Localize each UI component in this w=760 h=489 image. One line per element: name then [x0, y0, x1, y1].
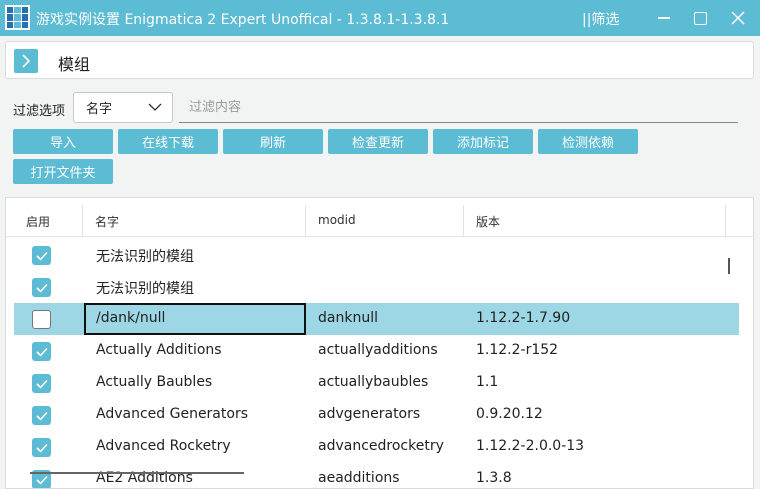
table-row[interactable]: Actually Additions actuallyadditions 1.1… [14, 335, 739, 367]
mod-version: 1.3.8 [476, 470, 512, 486]
mod-name: Actually Baubles [96, 374, 213, 390]
expand-nav-button[interactable] [14, 49, 38, 73]
enable-checkbox[interactable] [32, 374, 51, 393]
mod-name: Advanced Generators [96, 406, 248, 422]
close-button[interactable] [725, 6, 751, 30]
checkmark-icon [35, 411, 48, 421]
mod-id: danknull [318, 310, 378, 326]
chevron-right-icon [22, 54, 31, 68]
close-icon [731, 11, 745, 25]
mod-name: Advanced Rocketry [96, 438, 231, 454]
mod-version: 1.1 [476, 374, 499, 390]
add-marker-button[interactable]: 添加标记 [433, 129, 533, 154]
vertical-scrollbar[interactable] [728, 258, 730, 274]
enable-checkbox[interactable] [32, 310, 51, 329]
table-row[interactable]: Advanced Generators advgenerators 0.9.20… [14, 399, 739, 431]
filter-input[interactable] [179, 92, 738, 123]
filter-field-select[interactable]: 名字 [73, 92, 173, 123]
refresh-button[interactable]: 刷新 [223, 129, 323, 154]
checkmark-icon [35, 283, 48, 293]
maximize-button[interactable] [687, 6, 713, 30]
table-row[interactable]: 无法识别的模组 [14, 239, 739, 271]
filter-toggle-button[interactable]: ||筛选 [582, 9, 619, 29]
mod-version: 1.12.2-1.7.90 [476, 310, 571, 326]
mod-name: /dank/null [96, 310, 166, 326]
app-icon [5, 5, 30, 30]
page-title: 模组 [58, 55, 91, 74]
column-header-modid[interactable]: modid [318, 213, 356, 227]
chevron-down-icon [148, 103, 162, 111]
mod-name: 无法识别的模组 [96, 281, 194, 297]
minimize-button[interactable] [651, 6, 677, 30]
download-online-button[interactable]: 在线下载 [118, 129, 218, 154]
main-content: 模组 过滤选项 名字 导入 在线下载 刷新 检查更新 添加标记 检测依赖 打开文… [0, 36, 760, 489]
enable-checkbox[interactable] [32, 278, 51, 297]
checkmark-icon [35, 475, 48, 485]
table-row[interactable]: 无法识别的模组 [14, 271, 739, 303]
column-header-version[interactable]: 版本 [476, 213, 500, 230]
enable-checkbox[interactable] [32, 246, 51, 265]
table-row[interactable]: AE2 Additions aeadditions 1.3.8 [14, 463, 739, 488]
enable-checkbox[interactable] [32, 438, 51, 457]
check-dependencies-button[interactable]: 检测依赖 [538, 129, 638, 154]
filter-label: 过滤选项 [13, 104, 66, 119]
import-button[interactable]: 导入 [13, 129, 113, 154]
mod-name: Actually Additions [96, 342, 222, 358]
title-bar: 游戏实例设置 Enigmatica 2 Expert Unoffical - 1… [0, 0, 760, 36]
mod-id: aeadditions [318, 470, 400, 486]
checkmark-icon [35, 347, 48, 357]
mod-version: 0.9.20.12 [476, 406, 543, 422]
mod-id: advancedrocketry [318, 438, 444, 454]
enable-checkbox[interactable] [32, 342, 51, 361]
table-row[interactable]: Advanced Rocketry advancedrocketry 1.12.… [14, 431, 739, 463]
table-row[interactable]: Actually Baubles actuallybaubles 1.1 [14, 367, 739, 399]
mod-id: actuallyadditions [318, 342, 438, 358]
horizontal-scrollbar[interactable] [30, 472, 244, 474]
enable-checkbox[interactable] [32, 406, 51, 425]
table-header: 启用 名字 modid 版本 [6, 203, 753, 237]
table-row-selected[interactable]: /dank/null danknull 1.12.2-1.7.90 [14, 303, 739, 335]
checkmark-icon [35, 379, 48, 389]
checkmark-icon [35, 443, 48, 453]
mod-version: 1.12.2-2.0.0-13 [476, 438, 585, 454]
window-title: 游戏实例设置 Enigmatica 2 Expert Unoffical - 1… [36, 12, 450, 28]
filter-select-value: 名字 [86, 102, 113, 117]
column-header-name[interactable]: 名字 [95, 213, 119, 230]
checkmark-icon [35, 251, 48, 261]
check-updates-button[interactable]: 检查更新 [328, 129, 428, 154]
column-header-enabled[interactable]: 启用 [26, 213, 50, 230]
mod-version: 1.12.2-r152 [476, 342, 559, 358]
mod-id: actuallybaubles [318, 374, 429, 390]
open-folder-button[interactable]: 打开文件夹 [13, 159, 113, 184]
page-header: 模组 [5, 41, 754, 79]
mods-table: 启用 名字 modid 版本 无法识别的模组 无法识别的模组 /dank/nul… [5, 197, 754, 489]
mod-id: advgenerators [318, 406, 421, 422]
mod-name: 无法识别的模组 [96, 249, 194, 265]
